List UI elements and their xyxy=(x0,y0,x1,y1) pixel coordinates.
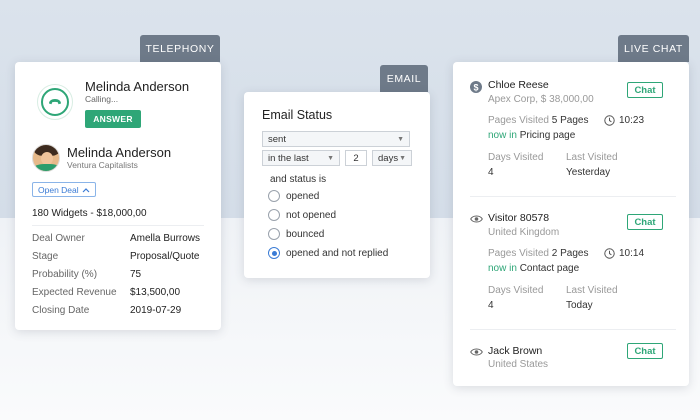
dollar-icon: $ xyxy=(470,81,482,93)
email-tab[interactable]: EMAIL xyxy=(380,65,428,92)
pages-visited-value: 2 Pages xyxy=(551,248,589,259)
chat-button[interactable]: Chat xyxy=(627,214,663,230)
deal-value: Amella Burrows xyxy=(130,233,201,244)
clock-icon xyxy=(604,115,615,126)
status-label: and status is xyxy=(270,174,327,185)
eye-icon xyxy=(470,215,483,223)
last-visited-label: Last Visited xyxy=(566,152,618,163)
divider xyxy=(470,329,676,330)
radio-button[interactable] xyxy=(268,209,280,221)
radio-button[interactable] xyxy=(268,190,280,202)
call-status: Calling... xyxy=(85,94,119,104)
current-page: Contact page xyxy=(519,263,580,274)
visitor-subtitle: United States xyxy=(488,359,549,370)
last-visited-value: Today xyxy=(566,300,593,311)
divider xyxy=(470,196,676,197)
live-chat-card: $ Chloe Reese Apex Corp, $ 38,000,00 Cha… xyxy=(453,62,689,386)
select-value: in the last xyxy=(268,152,309,164)
deal-value: 75 xyxy=(130,269,142,280)
time-value: 10:23 xyxy=(619,115,645,126)
select-value: days xyxy=(378,152,399,164)
live-chat-tab[interactable]: LIVE CHAT xyxy=(618,35,689,62)
radio-button-selected[interactable] xyxy=(268,247,280,259)
current-page-line: now in Pricing page xyxy=(488,130,575,141)
deal-value: $13,500,00 xyxy=(130,287,181,298)
now-in-label: now in xyxy=(488,263,517,274)
open-deal-label: Open Deal xyxy=(38,184,79,195)
phone-icon[interactable] xyxy=(37,84,73,120)
deal-label: Expected Revenue xyxy=(32,287,117,298)
telephony-tab[interactable]: TELEPHONY xyxy=(140,35,220,62)
last-visited-value: Yesterday xyxy=(566,167,611,178)
visitor-subtitle: Apex Corp, $ 38,000,00 xyxy=(488,94,594,105)
radio-opened[interactable]: opened xyxy=(268,189,319,203)
chat-button[interactable]: Chat xyxy=(627,343,663,359)
radio-button[interactable] xyxy=(268,228,280,240)
radio-label: not opened xyxy=(286,209,337,221)
radio-label: opened and not replied xyxy=(286,247,389,259)
pages-visited-label: Pages Visited xyxy=(488,248,549,259)
deal-value: 2019-07-29 xyxy=(130,305,182,316)
deal-label: Stage xyxy=(32,251,59,262)
days-visited-label: Days Visited xyxy=(488,285,544,296)
last-visited-label: Last Visited xyxy=(566,285,618,296)
time-value: 10:14 xyxy=(619,248,645,259)
chevron-down-icon: ▼ xyxy=(327,154,334,162)
days-visited-label: Days Visited xyxy=(488,152,544,163)
radio-label: opened xyxy=(286,190,320,202)
current-page: Pricing page xyxy=(519,130,576,141)
visitor-name: Chloe Reese xyxy=(488,79,549,91)
visitor-name: Jack Brown xyxy=(488,345,543,357)
chevron-down-icon: ▼ xyxy=(397,135,404,143)
now-in-label: now in xyxy=(488,130,517,141)
clock-icon xyxy=(604,248,615,259)
radio-opened-not-replied[interactable]: opened and not replied xyxy=(268,246,388,260)
deal-value: Proposal/Quote xyxy=(130,251,200,262)
days-visited-value: 4 xyxy=(488,300,494,311)
deal-label: Probability (%) xyxy=(32,269,98,280)
answer-button[interactable]: ANSWER xyxy=(85,110,141,128)
days-visited-value: 4 xyxy=(488,167,494,178)
visitor-name: Visitor 80578 xyxy=(488,212,550,224)
email-status-title: Email Status xyxy=(262,108,333,122)
svg-text:$: $ xyxy=(473,82,478,92)
current-page-line: now in Contact page xyxy=(488,263,579,274)
chevron-up-icon xyxy=(82,187,90,192)
radio-not-opened[interactable]: not opened xyxy=(268,208,336,222)
open-deal-toggle[interactable]: Open Deal xyxy=(32,182,96,197)
contact-company: Ventura Capitalists xyxy=(67,160,138,170)
caller-name: Melinda Anderson xyxy=(85,79,190,94)
select-value: sent xyxy=(268,133,286,145)
chat-button[interactable]: Chat xyxy=(627,82,663,98)
chevron-down-icon: ▼ xyxy=(399,154,406,162)
period-select[interactable]: in the last ▼ xyxy=(262,150,340,166)
radio-bounced[interactable]: bounced xyxy=(268,227,324,241)
deal-label: Deal Owner xyxy=(32,233,85,244)
deal-label: Closing Date xyxy=(32,305,90,316)
email-card: Email Status sent ▼ in the last ▼ 2 days… xyxy=(244,92,430,278)
telephony-card: Melinda Anderson Calling... ANSWER Melin… xyxy=(15,62,221,330)
period-number-input[interactable]: 2 xyxy=(345,150,367,166)
avatar xyxy=(32,144,60,172)
pages-visited-value: 5 Pages xyxy=(551,115,589,126)
period-unit-select[interactable]: days ▼ xyxy=(372,150,412,166)
pages-visited-label: Pages Visited xyxy=(488,115,549,126)
email-status-select[interactable]: sent ▼ xyxy=(262,131,410,147)
visit-time: 10:23 xyxy=(604,115,644,126)
contact-name: Melinda Anderson xyxy=(67,145,172,160)
divider xyxy=(32,225,204,226)
radio-label: bounced xyxy=(286,228,325,240)
visit-time: 10:14 xyxy=(604,248,644,259)
eye-icon xyxy=(470,348,483,356)
pages-visited-line: Pages Visited 2 Pages xyxy=(488,248,588,259)
visitor-subtitle: United Kingdom xyxy=(488,227,560,238)
pages-visited-line: Pages Visited 5 Pages xyxy=(488,115,588,126)
deal-title: 180 Widgets - $18,000,00 xyxy=(32,208,147,219)
